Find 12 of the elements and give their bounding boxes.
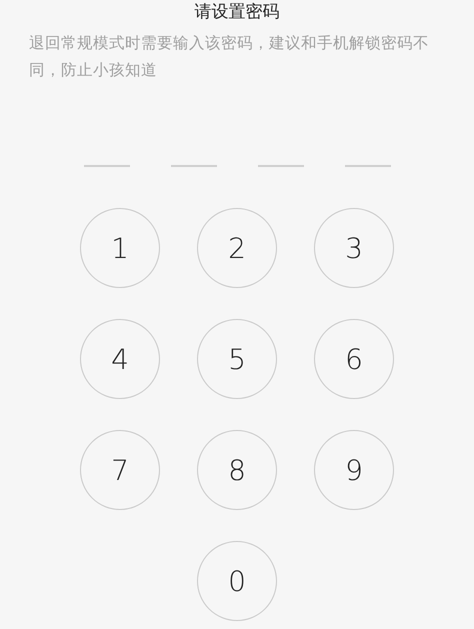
digit-key[interactable]: 5: [197, 319, 277, 399]
digit-key[interactable]: 3: [314, 208, 394, 288]
description-text: 退回常规模式时需要输入该密码，建议和手机解锁密码不同，防止小孩知道: [29, 33, 430, 81]
screen-title: 请设置密码: [194, 1, 280, 22]
digit-key[interactable]: 1: [80, 208, 160, 288]
digit-key[interactable]: 7: [80, 430, 160, 510]
digit-key[interactable]: 4: [80, 319, 160, 399]
digit-key[interactable]: 0: [197, 541, 277, 621]
digit-key[interactable]: 9: [314, 430, 394, 510]
digit-key[interactable]: 2: [197, 208, 277, 288]
digit-key[interactable]: 6: [314, 319, 394, 399]
digit-key[interactable]: 8: [197, 430, 277, 510]
